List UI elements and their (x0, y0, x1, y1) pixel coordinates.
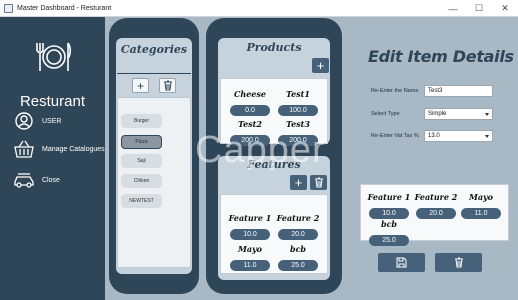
car-icon (12, 170, 36, 190)
selected-feature-card[interactable]: Mayo 11.0 (458, 192, 504, 222)
trash-icon (314, 177, 323, 188)
add-feature-button[interactable]: + (290, 175, 307, 190)
list-item-saji[interactable]: Saji (121, 154, 162, 168)
feature-name: Feature 2 (414, 192, 458, 202)
product-price: 100.0 (278, 105, 318, 116)
product-name: Test2 (238, 119, 262, 129)
type-label: Select Type (371, 111, 400, 117)
type-select[interactable]: Simple (424, 108, 493, 120)
chevron-down-icon (485, 113, 489, 116)
window-controls: — ☐ ✕ (440, 0, 518, 17)
sidebar-item-manage-catalogues[interactable]: Manage Catalogues (12, 139, 105, 159)
vat-label: Re-Enter Vat Tax % (371, 133, 419, 139)
categories-panel: Categories + Burger Pizza Saji Chiken NE… (109, 18, 199, 294)
brand-name: Resturant (19, 93, 86, 110)
feature-price: 20.0 (416, 208, 456, 219)
product-name: Test1 (286, 89, 310, 99)
selected-feature-card[interactable]: Feature 2 20.0 (413, 192, 459, 222)
sidebar: Resturant USER Manage Catalogues Close (0, 17, 105, 300)
selected-feature-card[interactable]: Feature 1 10.0 (366, 192, 412, 222)
feature-card[interactable]: Mayo 11.0 (227, 244, 273, 274)
feature-list[interactable]: Feature 1 10.0 Feature 2 20.0 Mayo 11.0 … (220, 194, 328, 274)
save-button[interactable] (378, 253, 425, 272)
feature-price: 20.0 (278, 229, 318, 240)
list-item-burger[interactable]: Burger (121, 114, 162, 128)
maximize-button[interactable]: ☐ (466, 0, 492, 17)
trash-icon (454, 257, 463, 268)
feature-name: Mayo (237, 244, 263, 254)
close-window-button[interactable]: ✕ (492, 0, 518, 17)
sidebar-item-user[interactable]: USER (12, 111, 61, 131)
product-price: 0.0 (230, 105, 270, 116)
sidebar-item-close[interactable]: Close (12, 170, 60, 190)
trash-icon (163, 80, 172, 91)
product-card[interactable]: Cheese 0.0 (227, 89, 273, 119)
divider (117, 73, 191, 74)
user-icon (12, 111, 36, 131)
product-card[interactable]: Test3 200.0 (275, 119, 321, 149)
product-list[interactable]: Cheese 0.0 Test1 100.0 Test2 200.0 Test3… (220, 78, 328, 146)
feature-price: 11.0 (461, 208, 501, 219)
plate-cutlery-icon (36, 42, 72, 71)
vat-select-value: 13.0 (428, 133, 440, 139)
feature-card[interactable]: bcb 25.0 (275, 244, 321, 274)
title-bar: Master Dashboard - Resturant — ☐ ✕ (0, 0, 518, 17)
plus-icon: + (294, 174, 303, 190)
feature-name: Mayo (468, 192, 494, 202)
type-select-value: Simple (428, 111, 447, 117)
features-title: Features (247, 158, 301, 171)
feature-price: 11.0 (230, 260, 270, 271)
product-price: 200.0 (278, 135, 318, 146)
feature-name: bcb (380, 219, 398, 229)
delete-item-button[interactable] (435, 253, 482, 272)
plus-icon: + (316, 57, 325, 73)
feature-card[interactable]: Feature 1 10.0 (227, 213, 273, 243)
feature-name: Feature 1 (367, 192, 411, 202)
product-card[interactable]: Test1 100.0 (275, 89, 321, 119)
add-category-button[interactable]: + (132, 78, 149, 93)
minimize-button[interactable]: — (440, 0, 466, 17)
add-product-button[interactable]: + (312, 58, 329, 73)
category-list[interactable]: Burger Pizza Saji Chiken NEWTEST (117, 97, 191, 268)
plus-icon: + (136, 78, 144, 93)
app-icon (4, 3, 13, 13)
product-name: Test3 (286, 119, 310, 129)
feature-name: Feature 2 (276, 213, 320, 223)
vat-select[interactable]: 13.0 (424, 130, 493, 142)
save-icon (396, 257, 407, 268)
window-title: Master Dashboard - Resturant (17, 4, 112, 12)
basket-icon (12, 139, 36, 159)
name-input[interactable]: Test3 (424, 85, 493, 97)
delete-feature-button[interactable] (310, 175, 327, 190)
feature-name: bcb (289, 244, 307, 254)
delete-category-button[interactable] (159, 78, 176, 93)
products-title: Products (246, 41, 302, 54)
list-item-chiken[interactable]: Chiken (121, 174, 162, 188)
sidebar-item-label: USER (42, 117, 62, 125)
edit-title: Edit Item Details (368, 47, 514, 66)
product-price: 200.0 (230, 135, 270, 146)
product-card[interactable]: Test2 200.0 (227, 119, 273, 149)
selected-features-list[interactable]: Feature 1 10.0 Feature 2 20.0 Mayo 11.0 … (360, 184, 509, 246)
name-label: Re-Enter the Name (371, 88, 419, 94)
chevron-down-icon (485, 135, 489, 138)
categories-title: Categories (120, 43, 188, 56)
sidebar-item-label: Manage Catalogues (42, 145, 105, 153)
feature-price: 25.0 (278, 260, 318, 271)
list-item-pizza[interactable]: Pizza (121, 135, 162, 149)
products-panel: Products + Cheese 0.0 Test1 100.0 Test2 … (206, 18, 342, 294)
feature-card[interactable]: Feature 2 20.0 (275, 213, 321, 243)
list-item-newtest[interactable]: NEWTEST (121, 194, 162, 208)
selected-feature-card[interactable]: bcb 25.0 (366, 219, 412, 249)
sidebar-item-label: Close (42, 176, 60, 184)
feature-price: 10.0 (369, 208, 409, 219)
product-name: Cheese (234, 89, 266, 99)
feature-price: 25.0 (369, 235, 409, 246)
feature-price: 10.0 (230, 229, 270, 240)
feature-name: Feature 1 (228, 213, 272, 223)
